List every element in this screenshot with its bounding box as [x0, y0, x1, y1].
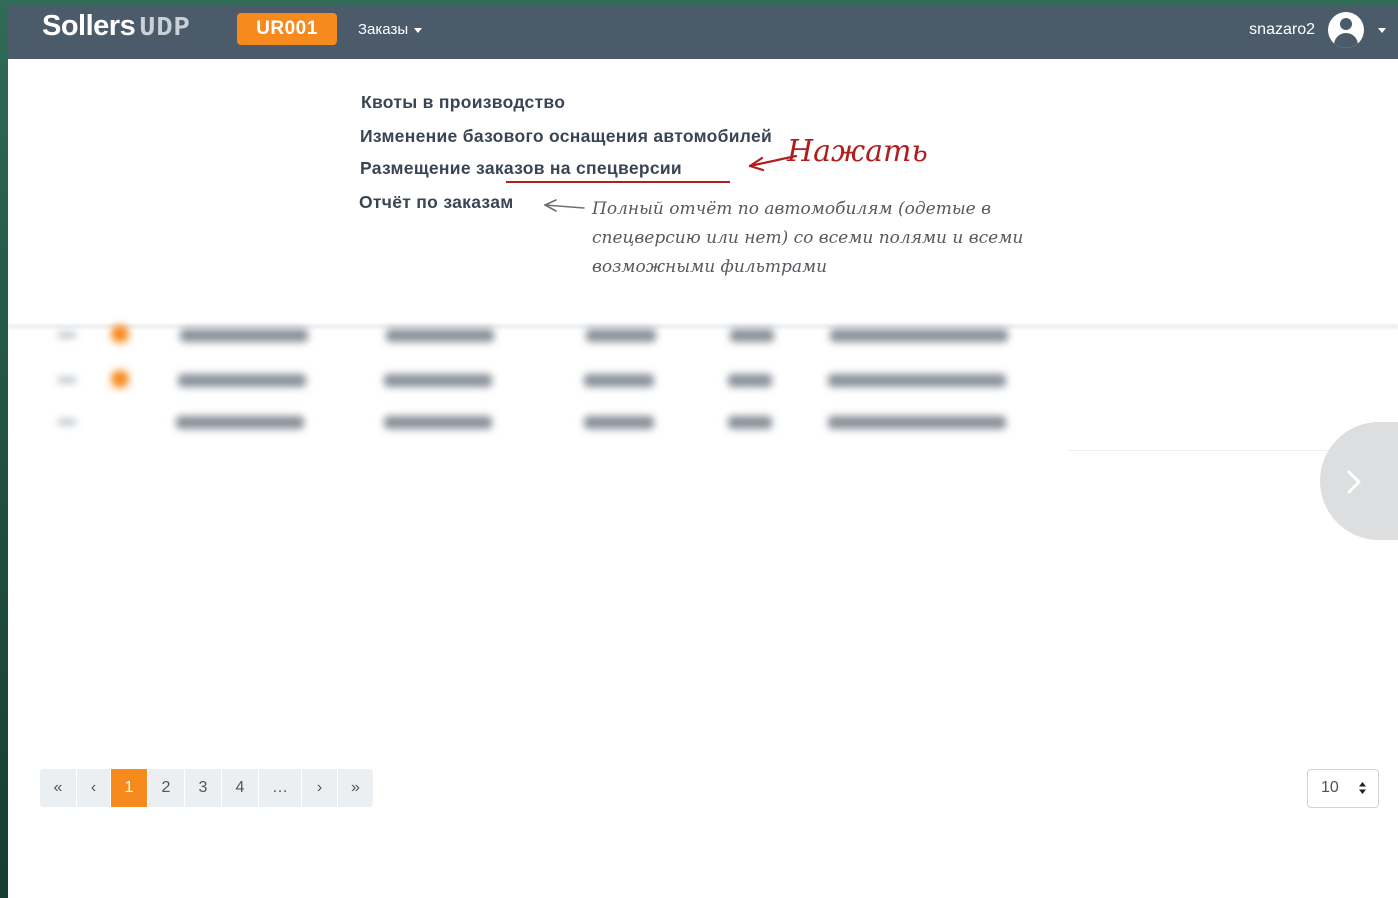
table-row — [8, 364, 1068, 404]
annotation-report-note: Полный отчёт по автомобилям (одетые в сп… — [592, 199, 1024, 277]
menu-item-base-equipment-change[interactable]: Изменение базового оснащения автомобилей — [360, 126, 772, 147]
orders-menu-dropdown[interactable]: Заказы — [358, 21, 423, 38]
menu-item-production-quotas[interactable]: Квоты в производство — [361, 92, 565, 113]
caret-down-icon — [414, 27, 423, 33]
menu-item-special-version-orders[interactable]: Размещение заказов на спецверсии — [360, 158, 682, 179]
page-first-button[interactable]: « — [40, 769, 77, 807]
sort-arrows-icon — [1359, 782, 1366, 794]
table-row — [8, 319, 1068, 359]
annotation-underline — [506, 181, 730, 183]
user-menu[interactable]: snazaro2 — [1249, 12, 1386, 48]
app-window: Sollers UDP UR001 Заказы snazaro2 Квоты в… — [8, 6, 1398, 898]
logo-main-text: Sollers — [42, 10, 136, 42]
chevron-right-icon — [1347, 470, 1361, 494]
annotation-click-note: Нажать — [787, 134, 928, 169]
orders-menu-label: Заказы — [358, 21, 409, 38]
page-size-select[interactable]: 10 — [1307, 769, 1379, 808]
dealer-code-badge[interactable]: UR001 — [237, 13, 337, 45]
top-navbar: Sollers UDP UR001 Заказы snazaro2 — [8, 6, 1398, 59]
page-ellipsis: … — [259, 769, 302, 807]
page-last-button[interactable]: » — [338, 769, 373, 807]
pagination: « ‹ 1 2 3 4 … › » — [40, 769, 373, 807]
page-next-button[interactable]: › — [302, 769, 338, 807]
page-2-button[interactable]: 2 — [148, 769, 185, 807]
next-slide-button[interactable] — [1320, 422, 1398, 540]
annotation-arrow-grey — [544, 199, 585, 212]
page-size-value: 10 — [1321, 779, 1339, 796]
app-logo[interactable]: Sollers UDP — [42, 10, 191, 44]
page-1-button[interactable]: 1 — [111, 769, 148, 807]
page-3-button[interactable]: 3 — [185, 769, 222, 807]
logo-sub-text: UDP — [139, 14, 191, 44]
user-circle-icon — [1328, 12, 1364, 48]
page-prev-button[interactable]: ‹ — [77, 769, 111, 807]
username-label: snazaro2 — [1249, 21, 1315, 38]
caret-down-icon — [1378, 27, 1386, 33]
menu-item-orders-report[interactable]: Отчёт по заказам — [359, 192, 513, 213]
table-row — [8, 406, 1068, 446]
page-4-button[interactable]: 4 — [222, 769, 259, 807]
